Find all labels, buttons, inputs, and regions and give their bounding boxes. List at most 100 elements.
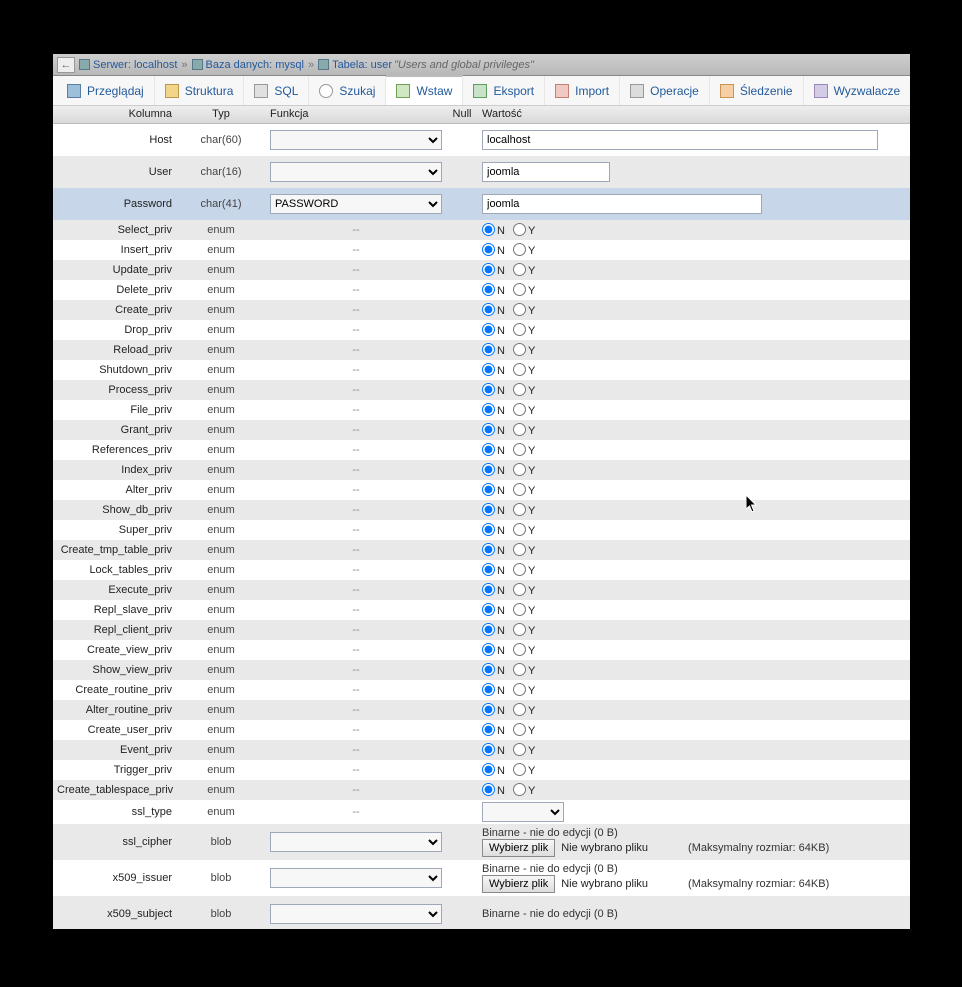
radio-y-input[interactable]	[513, 603, 526, 616]
radio-y[interactable]: Y	[513, 325, 535, 337]
choose-file-button[interactable]: Wybierz plik	[482, 839, 555, 857]
breadcrumb-table[interactable]: Tabela: user	[332, 59, 392, 71]
radio-n[interactable]: N	[482, 625, 505, 637]
radio-n[interactable]: N	[482, 465, 505, 477]
radio-n[interactable]: N	[482, 745, 505, 757]
radio-y[interactable]: Y	[513, 625, 535, 637]
radio-n[interactable]: N	[482, 765, 505, 777]
radio-y-input[interactable]	[513, 303, 526, 316]
radio-y-input[interactable]	[513, 623, 526, 636]
radio-n[interactable]: N	[482, 725, 505, 737]
radio-n-input[interactable]	[482, 463, 495, 476]
function-select[interactable]	[270, 868, 442, 888]
radio-y[interactable]: Y	[513, 405, 535, 417]
radio-n[interactable]: N	[482, 505, 505, 517]
radio-n[interactable]: N	[482, 565, 505, 577]
tab-eksport[interactable]: Eksport	[463, 76, 545, 105]
radio-n[interactable]: N	[482, 265, 505, 277]
radio-n-input[interactable]	[482, 483, 495, 496]
radio-y[interactable]: Y	[513, 565, 535, 577]
radio-n[interactable]: N	[482, 685, 505, 697]
tab-wyzwalacze[interactable]: Wyzwalacze	[804, 76, 910, 105]
radio-n[interactable]: N	[482, 525, 505, 537]
radio-n-input[interactable]	[482, 443, 495, 456]
tab-wstaw[interactable]: Wstaw	[386, 75, 463, 105]
radio-n-input[interactable]	[482, 363, 495, 376]
radio-y-input[interactable]	[513, 503, 526, 516]
breadcrumb-database[interactable]: Baza danych: mysql	[206, 59, 304, 71]
radio-n-input[interactable]	[482, 703, 495, 716]
radio-n-input[interactable]	[482, 683, 495, 696]
radio-y[interactable]: Y	[513, 285, 535, 297]
radio-y-input[interactable]	[513, 283, 526, 296]
radio-y-input[interactable]	[513, 363, 526, 376]
radio-y[interactable]: Y	[513, 605, 535, 617]
radio-y-input[interactable]	[513, 523, 526, 536]
radio-y-input[interactable]	[513, 443, 526, 456]
radio-n-input[interactable]	[482, 723, 495, 736]
radio-n-input[interactable]	[482, 283, 495, 296]
value-input[interactable]	[482, 194, 762, 214]
radio-y[interactable]: Y	[513, 465, 535, 477]
radio-y-input[interactable]	[513, 463, 526, 476]
radio-y[interactable]: Y	[513, 245, 535, 257]
radio-n[interactable]: N	[482, 385, 505, 397]
radio-y-input[interactable]	[513, 743, 526, 756]
radio-n-input[interactable]	[482, 423, 495, 436]
function-select[interactable]: PASSWORD	[270, 194, 442, 214]
radio-y[interactable]: Y	[513, 485, 535, 497]
function-select[interactable]	[270, 162, 442, 182]
radio-y[interactable]: Y	[513, 525, 535, 537]
radio-n[interactable]: N	[482, 305, 505, 317]
radio-y-input[interactable]	[513, 703, 526, 716]
radio-n-input[interactable]	[482, 583, 495, 596]
radio-y[interactable]: Y	[513, 645, 535, 657]
radio-n[interactable]: N	[482, 585, 505, 597]
tab-śledzenie[interactable]: Śledzenie	[710, 76, 804, 105]
tab-przeglądaj[interactable]: Przeglądaj	[57, 76, 155, 105]
value-input[interactable]	[482, 162, 610, 182]
radio-y-input[interactable]	[513, 563, 526, 576]
radio-n-input[interactable]	[482, 503, 495, 516]
radio-y[interactable]: Y	[513, 305, 535, 317]
radio-n[interactable]: N	[482, 365, 505, 377]
radio-y[interactable]: Y	[513, 365, 535, 377]
radio-y-input[interactable]	[513, 643, 526, 656]
radio-y-input[interactable]	[513, 323, 526, 336]
tab-sql[interactable]: SQL	[244, 76, 309, 105]
radio-n-input[interactable]	[482, 783, 495, 796]
radio-n-input[interactable]	[482, 523, 495, 536]
radio-y-input[interactable]	[513, 243, 526, 256]
radio-y-input[interactable]	[513, 543, 526, 556]
radio-n[interactable]: N	[482, 405, 505, 417]
radio-n-input[interactable]	[482, 663, 495, 676]
radio-n[interactable]: N	[482, 485, 505, 497]
function-select[interactable]	[270, 130, 442, 150]
radio-n-input[interactable]	[482, 343, 495, 356]
radio-y[interactable]: Y	[513, 385, 535, 397]
tab-szukaj[interactable]: Szukaj	[309, 76, 386, 105]
radio-n-input[interactable]	[482, 383, 495, 396]
radio-y[interactable]: Y	[513, 225, 535, 237]
tab-import[interactable]: Import	[545, 76, 620, 105]
radio-n[interactable]: N	[482, 225, 505, 237]
radio-n[interactable]: N	[482, 325, 505, 337]
radio-y-input[interactable]	[513, 383, 526, 396]
radio-y[interactable]: Y	[513, 685, 535, 697]
radio-n[interactable]: N	[482, 545, 505, 557]
radio-y[interactable]: Y	[513, 345, 535, 357]
radio-n-input[interactable]	[482, 263, 495, 276]
radio-n-input[interactable]	[482, 403, 495, 416]
radio-n-input[interactable]	[482, 543, 495, 556]
radio-n[interactable]: N	[482, 605, 505, 617]
radio-n[interactable]: N	[482, 345, 505, 357]
radio-n-input[interactable]	[482, 643, 495, 656]
radio-y[interactable]: Y	[513, 665, 535, 677]
radio-n[interactable]: N	[482, 645, 505, 657]
radio-n-input[interactable]	[482, 223, 495, 236]
radio-n[interactable]: N	[482, 285, 505, 297]
radio-y-input[interactable]	[513, 663, 526, 676]
radio-y[interactable]: Y	[513, 545, 535, 557]
radio-y[interactable]: Y	[513, 785, 535, 797]
radio-n-input[interactable]	[482, 763, 495, 776]
